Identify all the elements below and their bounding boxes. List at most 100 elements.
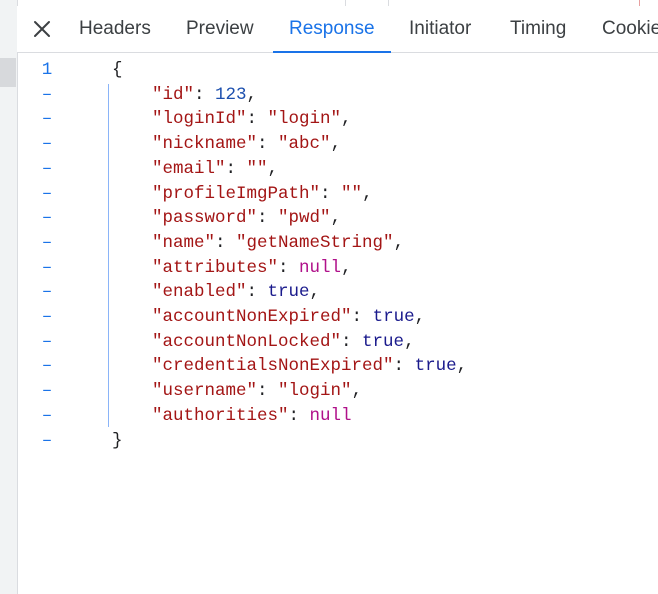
json-key: "email": [152, 158, 226, 179]
comma: ,: [330, 134, 342, 155]
tab-initiator[interactable]: Initiator: [409, 6, 471, 52]
line-number: –: [41, 356, 53, 377]
line-number: –: [41, 331, 53, 352]
json-value: 123: [215, 84, 247, 105]
line-number: –: [41, 183, 53, 204]
json-key: "nickname": [152, 134, 258, 155]
json-value: "getNameString": [236, 232, 394, 253]
code-line: – "username": "login",: [17, 381, 658, 406]
json-key: "profileImgPath": [152, 183, 321, 204]
line-number: 1: [41, 60, 53, 80]
line-number: –: [41, 232, 53, 253]
code-text: "attributes": null,: [152, 258, 352, 278]
json-value: true: [414, 356, 457, 377]
json-key: "enabled": [152, 282, 247, 303]
json-key: "accountNonExpired": [152, 307, 352, 327]
code-text: "loginId": "login",: [152, 109, 352, 129]
line-number: –: [41, 208, 53, 229]
tab-headers[interactable]: Headers: [79, 6, 151, 52]
comma: ,: [456, 356, 468, 377]
json-value: "login": [267, 109, 342, 130]
json-key: "id": [152, 84, 195, 105]
code-line: – "loginId": "login",: [17, 109, 658, 134]
close-icon: [34, 21, 50, 37]
code-line: – "nickname": "abc",: [17, 134, 658, 159]
line-number: –: [41, 430, 53, 451]
code-line: – "password": "pwd",: [17, 208, 658, 233]
code-line: – "accountNonLocked": true,: [17, 332, 658, 357]
json-key: "loginId": [152, 109, 247, 130]
code-line: –}: [17, 431, 658, 456]
comma: ,: [404, 331, 415, 352]
json-key: "accountNonLocked": [152, 331, 342, 352]
comma: ,: [351, 381, 363, 402]
json-key: "credentialsNonExpired": [152, 356, 394, 377]
code-text: "accountNonLocked": true,: [152, 332, 415, 352]
code-text: "accountNonExpired": true,: [152, 307, 425, 327]
line-number: –: [41, 257, 53, 278]
colon: :: [351, 307, 373, 327]
comma: ,: [341, 109, 352, 130]
json-value: "": [246, 158, 268, 179]
json-key: "username": [152, 381, 258, 402]
left-panel-strip: [0, 0, 18, 594]
close-button[interactable]: [30, 17, 54, 41]
colon: :: [246, 282, 268, 303]
colon: :: [215, 232, 237, 253]
json-value: true: [267, 282, 310, 303]
json-key: "password": [152, 208, 258, 229]
line-number: –: [41, 134, 53, 155]
comma: ,: [267, 158, 279, 179]
tab-bar: Headers Preview Response Initiator Timin…: [17, 6, 658, 53]
colon: :: [320, 183, 342, 204]
line-number: –: [41, 405, 53, 426]
json-key: "authorities": [152, 405, 289, 426]
colon: :: [288, 405, 310, 426]
code-text: }: [112, 431, 123, 451]
code-text: {: [112, 60, 123, 80]
json-value: null: [299, 257, 342, 278]
line-number: –: [41, 158, 53, 179]
code-line: – "attributes": null,: [17, 258, 658, 283]
colon: :: [393, 356, 415, 377]
json-value: "abc": [278, 134, 331, 155]
code-text: "email": "",: [152, 159, 278, 179]
tab-timing[interactable]: Timing: [510, 6, 566, 52]
colon: :: [341, 331, 363, 352]
comma: ,: [309, 282, 321, 303]
code-text: "password": "pwd",: [152, 208, 341, 228]
code-line: – "profileImgPath": "",: [17, 184, 658, 209]
code-text: "nickname": "abc",: [152, 134, 341, 154]
colon: :: [257, 134, 279, 155]
json-value: "": [341, 183, 363, 204]
json-value: "login": [278, 381, 352, 402]
code-text: "name": "getNameString",: [152, 233, 404, 253]
comma: ,: [362, 183, 373, 204]
tab-preview[interactable]: Preview: [186, 6, 254, 52]
line-number: –: [41, 307, 53, 327]
code-line: – "name": "getNameString",: [17, 233, 658, 258]
colon: :: [225, 158, 247, 179]
tab-cookies[interactable]: Cookie: [602, 6, 658, 52]
comma: ,: [330, 208, 342, 229]
json-value: true: [372, 307, 415, 327]
colon: :: [246, 109, 268, 130]
selected-row-marker: [0, 58, 16, 87]
line-number: –: [41, 109, 53, 130]
code-line: 1{: [17, 60, 658, 85]
code-text: "enabled": true,: [152, 282, 320, 302]
json-key: "attributes": [152, 257, 279, 278]
colon: :: [278, 257, 300, 278]
json-key: "name": [152, 232, 216, 253]
code-text: "profileImgPath": "",: [152, 184, 373, 204]
line-number: –: [41, 84, 53, 105]
close-brace: }: [112, 430, 123, 451]
colon: :: [257, 381, 279, 402]
code-line: – "enabled": true,: [17, 282, 658, 307]
code-line: – "credentialsNonExpired": true,: [17, 356, 658, 381]
json-value: "pwd": [278, 208, 331, 229]
response-code-view[interactable]: 1{– "id": 123, – "loginId": "login", – "nickn…: [17, 52, 658, 594]
tab-response[interactable]: Response: [273, 6, 391, 53]
code-line: – "accountNonExpired": true,: [17, 307, 658, 332]
code-text: "authorities": null: [152, 406, 352, 426]
